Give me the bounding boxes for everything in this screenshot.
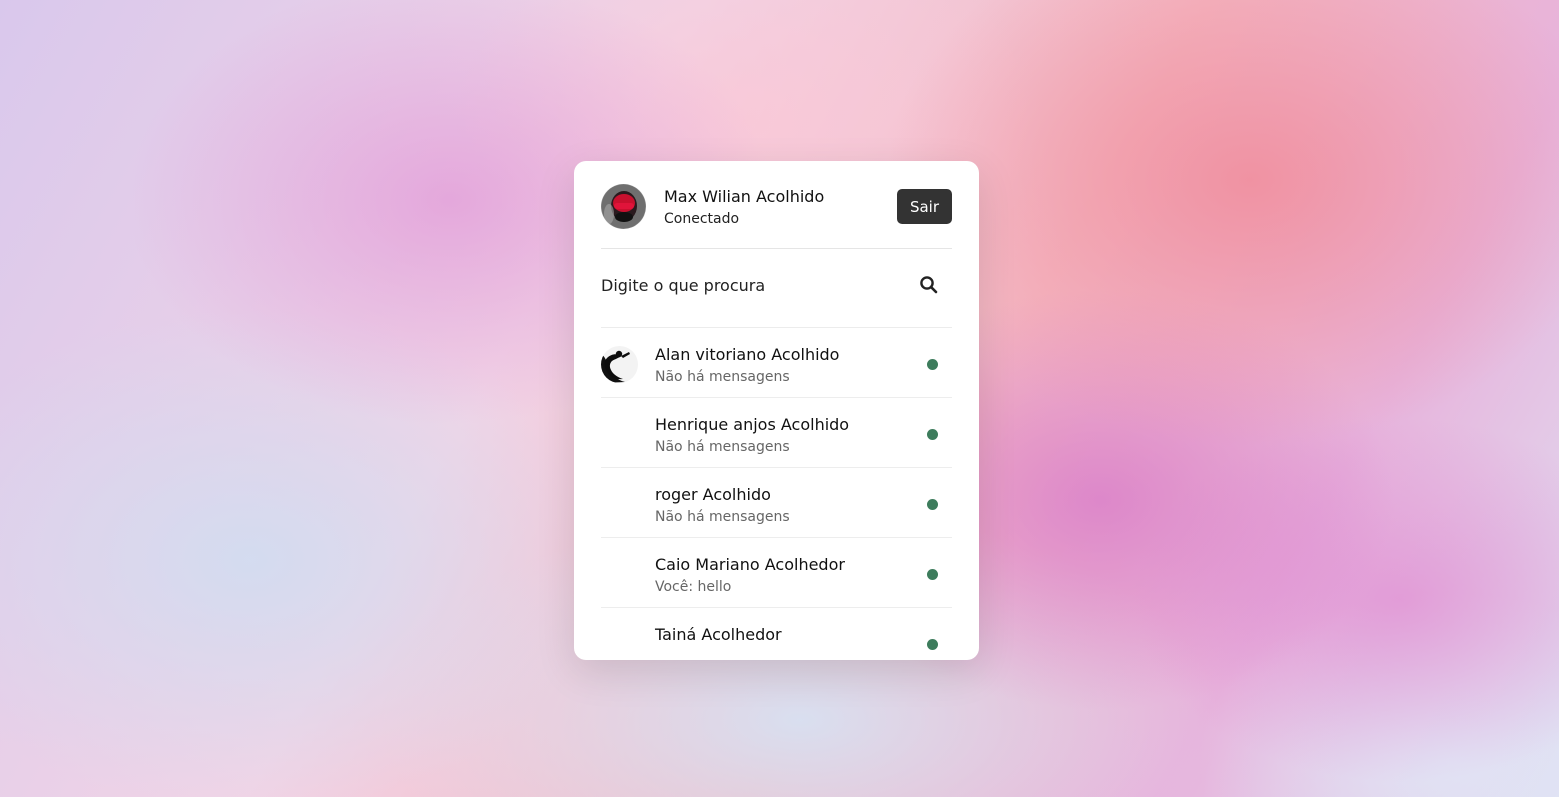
user-header: Max Wilian Acolhido Conectado Sair <box>601 161 952 249</box>
contact-item[interactable]: Henrique anjos Acolhido Não há mensagens <box>601 398 952 468</box>
contact-avatar <box>601 346 638 383</box>
contact-name: Tainá Acolhedor <box>655 625 782 644</box>
contact-name: Henrique anjos Acolhido <box>655 415 850 434</box>
online-status-dot <box>927 499 938 510</box>
user-name: Max Wilian Acolhido <box>664 187 825 206</box>
contact-last-message: Não há mensagens <box>655 509 790 525</box>
online-status-dot <box>927 569 938 580</box>
chat-card: Max Wilian Acolhido Conectado Sair Digit… <box>574 161 979 660</box>
contact-name: Alan vitoriano Acolhido <box>655 345 840 364</box>
online-status-dot <box>927 429 938 440</box>
online-status-dot <box>927 639 938 650</box>
contact-item[interactable]: Caio Mariano Acolhedor Você: hello <box>601 538 952 608</box>
search-icon <box>920 276 938 294</box>
contact-name: roger Acolhido <box>655 485 771 504</box>
contact-item[interactable]: roger Acolhido Não há mensagens <box>601 468 952 538</box>
contact-last-message: Não há mensagens <box>655 439 790 455</box>
search-bar <box>601 249 952 328</box>
contact-item[interactable]: Tainá Acolhedor <box>601 608 952 660</box>
search-input[interactable] <box>601 267 901 303</box>
logout-button[interactable]: Sair <box>896 189 952 224</box>
contact-item[interactable]: Alan vitoriano Acolhido Não há mensagens <box>601 328 952 398</box>
chat-card-content: Max Wilian Acolhido Conectado Sair Digit… <box>601 161 952 660</box>
user-status: Conectado <box>664 211 740 227</box>
user-avatar <box>601 184 646 229</box>
contact-name: Caio Mariano Acolhedor <box>655 555 845 574</box>
contact-list: Alan vitoriano Acolhido Não há mensagens… <box>601 328 952 660</box>
contact-last-message: Não há mensagens <box>655 369 790 385</box>
search-button[interactable] <box>918 275 940 297</box>
online-status-dot <box>927 359 938 370</box>
contact-last-message: Você: hello <box>655 579 732 595</box>
user-photo-icon <box>601 184 646 229</box>
silhouette-avatar-icon <box>601 346 638 383</box>
